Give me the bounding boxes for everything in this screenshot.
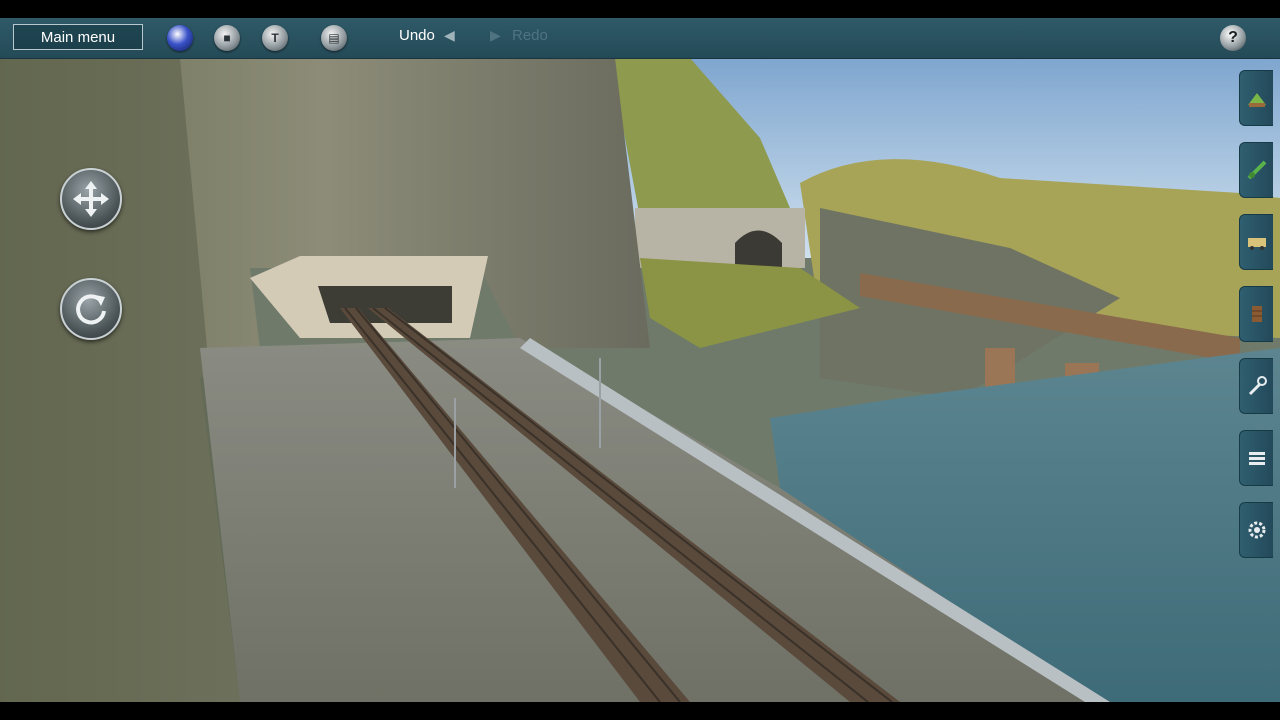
track-tool-icon [1247, 160, 1266, 180]
settings-tool-icon [1248, 521, 1265, 539]
info-icon[interactable]: T [262, 25, 288, 51]
track-tool-tab[interactable] [1239, 142, 1273, 198]
move-camera-button[interactable] [60, 168, 122, 230]
structure-tool-icon [1251, 306, 1262, 322]
undo-button[interactable]: Undo [399, 27, 435, 44]
layers-tool-tab[interactable] [1239, 430, 1273, 486]
structure-tool-tab[interactable] [1239, 286, 1273, 342]
help-button[interactable]: ? [1220, 25, 1246, 51]
undo-arrow-icon[interactable]: ◀ [444, 27, 455, 44]
redo-arrow-icon: ▶ [490, 27, 501, 43]
globe-icon[interactable] [167, 25, 193, 51]
grid-icon[interactable]: ▤ [321, 25, 347, 51]
scene-3d-view[interactable] [0, 18, 1280, 702]
redo-button: Redo [512, 27, 548, 44]
stop-icon[interactable]: ■ [214, 25, 240, 51]
move-arrows-icon [73, 181, 109, 217]
top-toolbar: Main menu ■ T ▤ Undo ◀ ▶ Redo ? [0, 18, 1280, 59]
game-viewport[interactable] [0, 18, 1280, 702]
scenery-tool-tab[interactable] [1239, 70, 1273, 126]
scenery-tool-icon [1247, 93, 1266, 107]
train-tool-icon [1247, 238, 1266, 250]
layers-tool-icon [1248, 452, 1265, 465]
main-menu-button[interactable]: Main menu [13, 24, 143, 50]
wrench-tool-icon [1248, 376, 1267, 396]
rotate-camera-button[interactable] [60, 278, 122, 340]
train-tool-tab[interactable] [1239, 214, 1273, 270]
rotate-icon [76, 294, 106, 325]
settings-tool-tab[interactable] [1239, 502, 1273, 558]
wrench-tool-tab[interactable] [1239, 358, 1273, 414]
